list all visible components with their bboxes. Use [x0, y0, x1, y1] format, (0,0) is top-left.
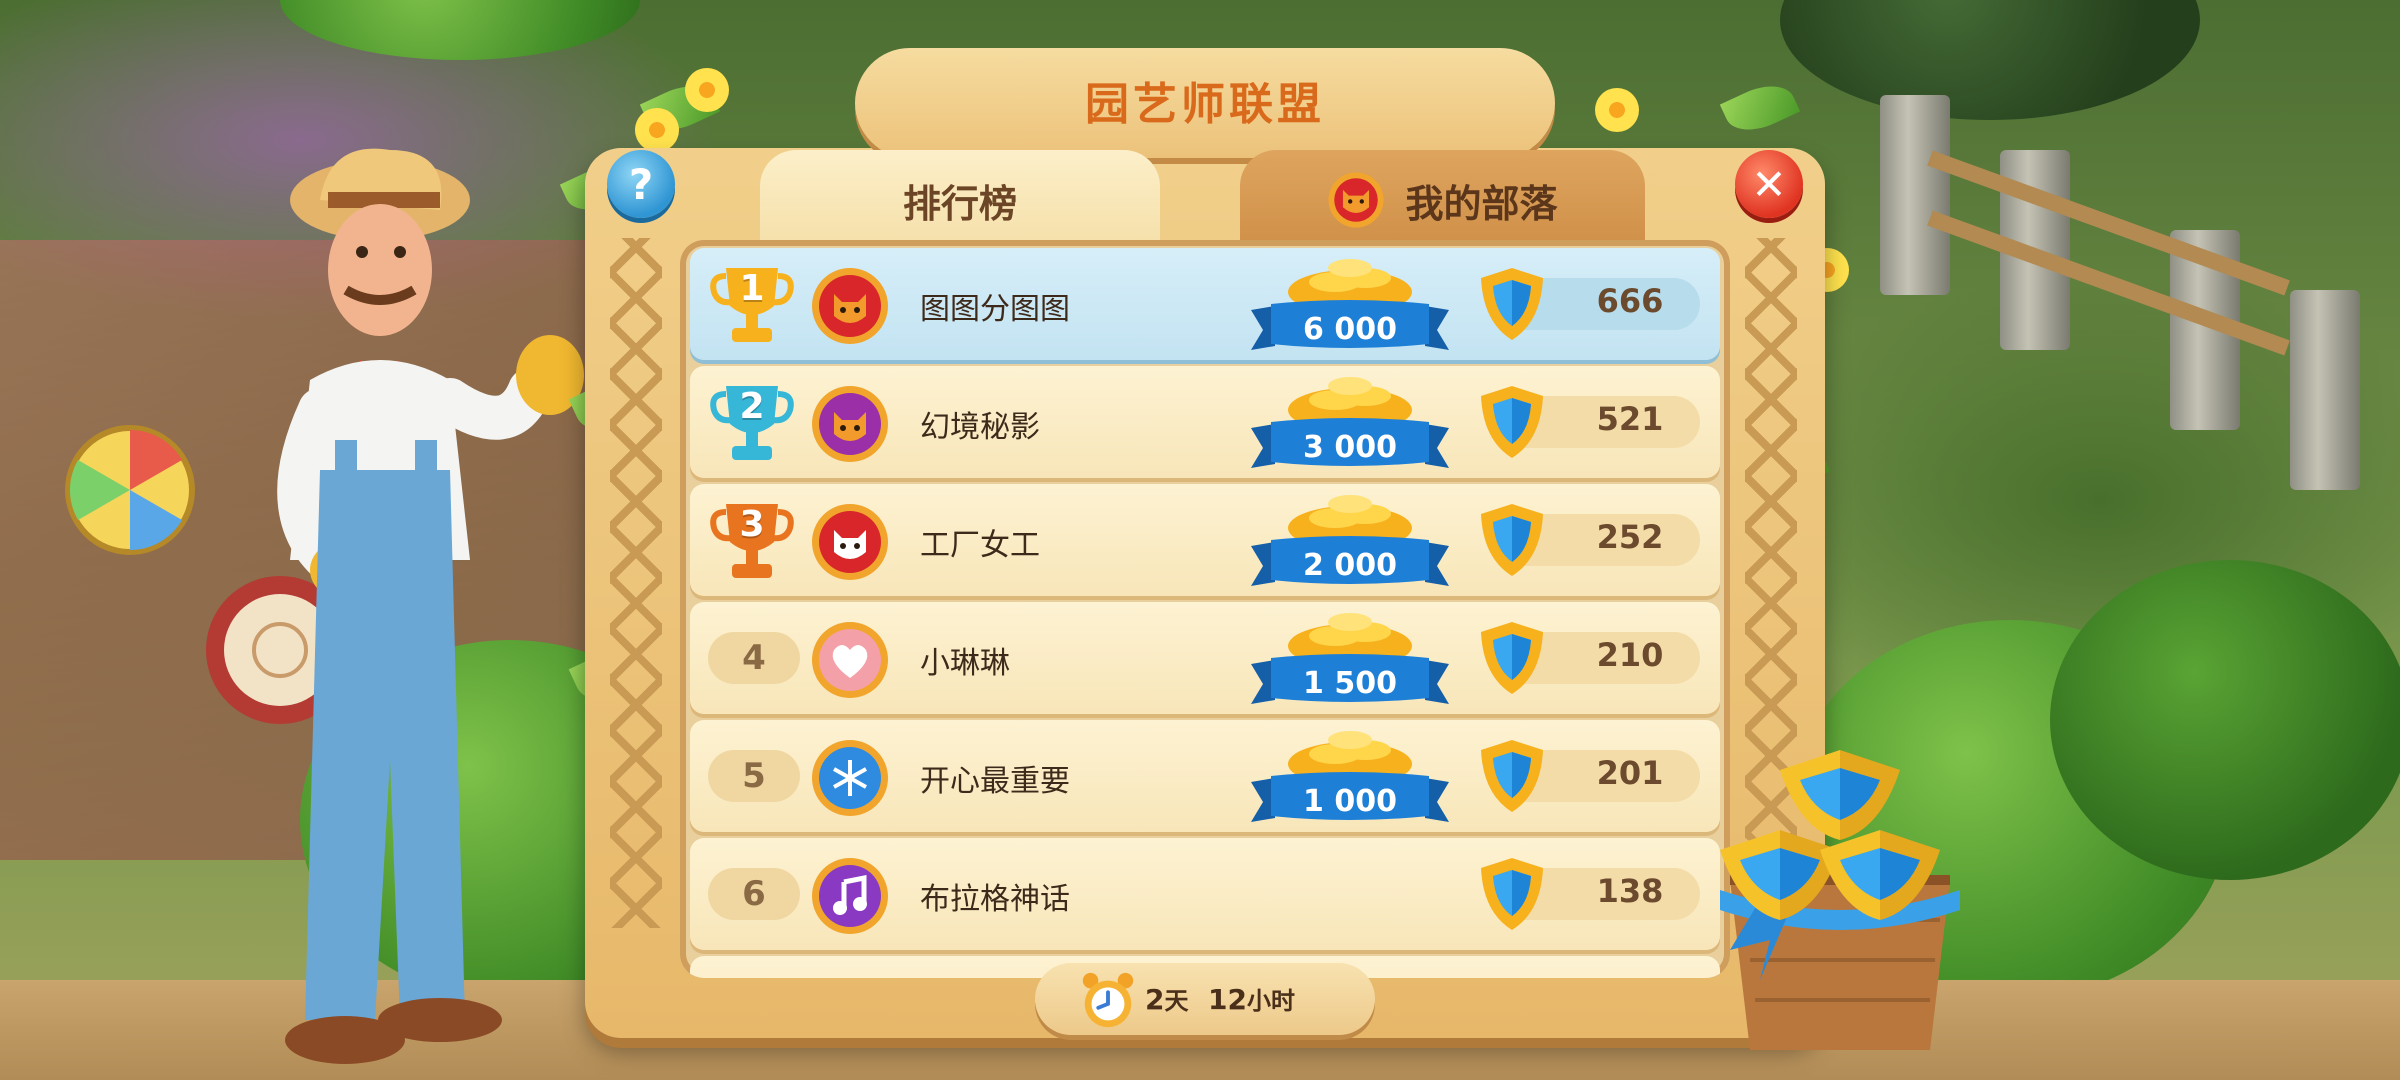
coin-reward: 6 000 [1245, 252, 1455, 356]
team-name: 布拉格神话 [920, 882, 1070, 917]
music-note-emblem-icon [810, 856, 890, 936]
reward-amount: 1 000 [1303, 784, 1397, 819]
fence-post [1880, 95, 1950, 295]
flower-decoration [685, 68, 729, 112]
snowflake-emblem-icon [810, 738, 890, 818]
tab-label: 排行榜 [902, 181, 1017, 226]
leaderboard-row[interactable]: 2 幻境秘影 3 000 521 [690, 366, 1720, 478]
cat-emblem-icon [810, 502, 890, 582]
rank-number: 6 [708, 868, 800, 920]
score-value: 210 [1596, 636, 1664, 674]
title-plate: 园艺师联盟 [855, 48, 1555, 158]
timer-days-value: 2 [1145, 983, 1165, 1016]
trellis-left [610, 238, 662, 928]
coin-reward: 1 500 [1245, 606, 1455, 710]
score-value: 201 [1596, 754, 1664, 792]
crest-basket-icon [1720, 750, 1960, 1050]
tab-leaderboard[interactable]: 排行榜 [760, 150, 1160, 250]
rank-number: 4 [708, 632, 800, 684]
panel-title: 园艺师联盟 [1085, 79, 1325, 130]
timer-days-unit: 天 [1164, 987, 1189, 1015]
alliance-panel: 园艺师联盟 ? ✕ 排行榜 我的部落 1 图图分图图 6 000 666 2 幻境秘影 3 … [559, 48, 1849, 1038]
heart-emblem-icon [810, 620, 890, 700]
tab-label: 我的部落 [1405, 181, 1558, 226]
crest-score-icon [1475, 618, 1549, 698]
tiger-emblem-icon [810, 266, 890, 346]
coin-reward: 3 000 [1245, 370, 1455, 474]
bronze-trophy-icon: 3 [708, 498, 796, 582]
team-name: 小琳琳 [920, 646, 1010, 681]
reward-amount: 3 000 [1303, 430, 1397, 465]
close-icon: ✕ [1751, 159, 1787, 209]
score-value: 666 [1596, 282, 1664, 320]
crest-score-icon [1475, 854, 1549, 934]
crest-score-icon [1475, 382, 1549, 462]
flower-decoration [1595, 88, 1639, 132]
fence-post [2290, 290, 2360, 490]
crest-score-icon [1475, 500, 1549, 580]
tiger-emblem-icon [1328, 172, 1385, 228]
dragon-emblem-icon [810, 384, 890, 464]
leaderboard-row[interactable]: 1 图图分图图 6 000 666 [690, 248, 1720, 360]
bush [2050, 560, 2400, 880]
gardener-character [277, 148, 584, 1064]
score-value: 252 [1596, 518, 1664, 556]
flower-decoration [635, 108, 679, 152]
coin-reward: 1 000 [1245, 724, 1455, 828]
team-name: 开心最重要 [920, 764, 1070, 799]
rank-number: 5 [708, 750, 800, 802]
reward-amount: 6 000 [1303, 312, 1397, 347]
coin-reward: 2 000 [1245, 488, 1455, 592]
leaderboard-row[interactable]: 3 工厂女工 2 000 252 [690, 484, 1720, 596]
close-button[interactable]: ✕ [1735, 150, 1803, 218]
tree-canopy [1780, 0, 2200, 120]
crest-score-icon [1475, 264, 1549, 344]
question-icon: ? [628, 159, 654, 209]
rank-number: 1 [739, 268, 765, 309]
reward-amount: 1 500 [1303, 666, 1397, 701]
score-value: 521 [1596, 400, 1664, 438]
silver-trophy-icon: 2 [708, 380, 796, 464]
team-name: 工厂女工 [920, 528, 1040, 563]
leaderboard-row[interactable]: 6 布拉格神话 138 [690, 838, 1720, 950]
team-name: 图图分图图 [920, 292, 1070, 327]
help-button[interactable]: ? [607, 150, 675, 218]
crest-score-icon [1475, 736, 1549, 816]
score-value: 138 [1596, 872, 1664, 910]
alarm-clock-icon [1082, 972, 1134, 1028]
rank-number: 3 [739, 504, 765, 545]
team-name: 幻境秘影 [920, 410, 1040, 445]
timer-hours-unit: 小时 [1246, 987, 1295, 1015]
reward-amount: 2 000 [1303, 548, 1397, 583]
tab-my-tribe[interactable]: 我的部落 [1240, 150, 1645, 250]
pinwheel-icon [65, 425, 195, 555]
timer-text: 2天 12小时 [1145, 981, 1295, 1016]
leaf-decoration [1719, 75, 1801, 141]
leaderboard-row[interactable]: 5 开心最重要 1 000 201 [690, 720, 1720, 832]
rank-number: 2 [739, 386, 765, 427]
leaderboard-list[interactable]: 1 图图分图图 6 000 666 2 幻境秘影 3 000 521 3 工厂女工 2 000 252… [680, 240, 1730, 978]
leaderboard-row[interactable]: 4 小琳琳 1 500 210 [690, 602, 1720, 714]
season-timer: 2天 12小时 [1035, 963, 1375, 1035]
gold-trophy-icon: 1 [708, 262, 796, 346]
timer-hours-value: 12 [1207, 983, 1247, 1016]
